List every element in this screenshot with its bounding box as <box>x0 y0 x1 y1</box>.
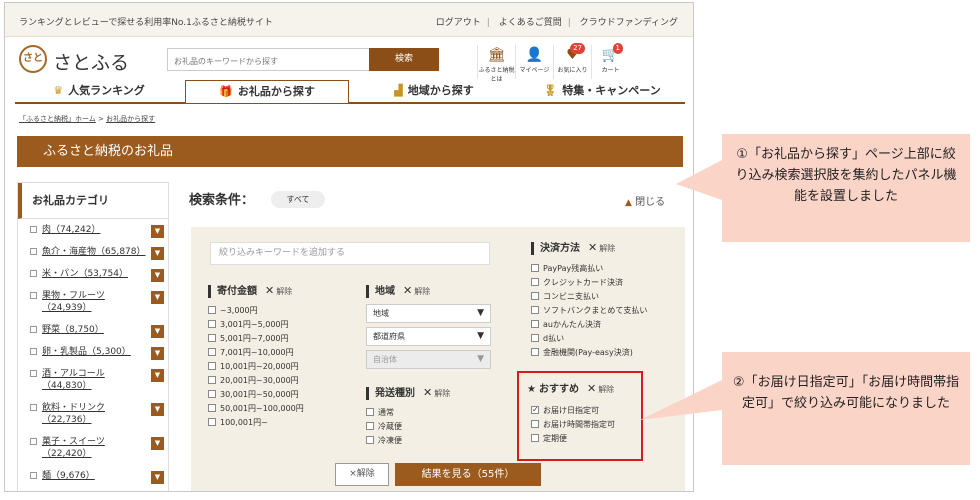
callout-delivery-filter: ②「お届け日指定可」「お届け時間帯指定可」で絞り込み可能になりました <box>722 352 970 465</box>
callout-panel-feature: ①「お礼品から探す」ページ上部に絞り込み検索選択肢を集約したパネル機能を設置しま… <box>722 134 970 242</box>
